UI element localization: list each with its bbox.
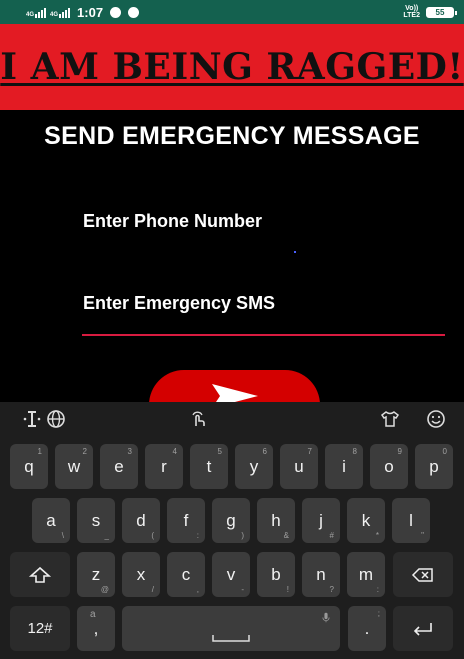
volte-indicator: Vo)) LTE2 [403,5,420,19]
phone-number-field[interactable]: Enter Phone Number [83,211,262,232]
key-q[interactable]: q1 [10,444,48,489]
key-b[interactable]: b! [257,552,295,597]
backspace-key[interactable] [393,552,453,597]
lte-label: LTE2 [403,12,420,19]
spacebar[interactable] [122,606,340,651]
volte-label: Vo)) [405,5,419,12]
key-m[interactable]: m: [347,552,385,597]
page-title: SEND EMERGENCY MESSAGE [44,122,420,150]
swipe-typing-icon[interactable] [186,407,210,431]
shift-key[interactable] [10,552,70,597]
key-s[interactable]: s _ [77,498,115,543]
enter-key[interactable] [393,606,453,651]
banner-title: I AM BEING RAGGED! [0,46,464,88]
key-e[interactable]: e3 [100,444,138,489]
signal-sim1-icon: 4G [26,6,47,18]
key-x[interactable]: x / [122,552,160,597]
chat-bubble-icon [128,6,140,18]
key-p[interactable]: p0 [415,444,453,489]
shift-arrow-icon [28,566,52,583]
status-bar: 4G 4G 1:07 Vo)) LTE2 55 [0,0,464,24]
theme-shirt-icon[interactable] [378,407,402,431]
app-banner: I AM BEING RAGGED! [0,24,464,110]
key-y[interactable]: y6 [235,444,273,489]
key-r[interactable]: r4 [145,444,183,489]
text-cursor [294,251,296,253]
keyboard-toolbar [0,402,464,436]
sms-field-underline [82,334,445,336]
key-n[interactable]: n? [302,552,340,597]
key-f[interactable]: f: [167,498,205,543]
network-type-1: 4G [26,12,35,18]
battery-icon: 55 [426,6,457,18]
key-w[interactable]: w2 [55,444,93,489]
network-type-2: 4G [50,12,59,18]
symbols-key[interactable]: 12# [10,606,70,651]
key-d[interactable]: d( [122,498,160,543]
clock: 1:07 [77,4,104,20]
compass-icon [110,6,122,18]
text-cursor-tool-icon[interactable] [20,407,44,431]
emergency-sms-field[interactable]: Enter Emergency SMS [83,293,275,314]
key-a[interactable]: a \ [32,498,70,543]
key-z[interactable]: z @ [77,552,115,597]
key-t[interactable]: t5 [190,444,228,489]
key-u[interactable]: u7 [280,444,318,489]
enter-arrow-icon [413,622,432,636]
globe-icon[interactable] [44,407,68,431]
key-c[interactable]: c, [167,552,205,597]
backspace-icon [411,567,433,582]
space-icon [212,634,250,642]
key-o[interactable]: o9 [370,444,408,489]
period-key[interactable]: .; [348,606,386,651]
on-screen-keyboard: q1 w2 e3 r4 t5 y6 u7 i8 o9 p0 a \ s _ d( f… [0,402,464,659]
microphone-icon [322,612,330,623]
key-v[interactable]: v- [212,552,250,597]
emoji-icon[interactable] [424,407,448,431]
signal-sim2-icon: 4G [50,6,71,18]
key-k[interactable]: k * [347,498,385,543]
key-i[interactable]: i8 [325,444,363,489]
key-j[interactable]: j # [302,498,340,543]
comma-key[interactable]: ,a [77,606,115,651]
key-g[interactable]: g) [212,498,250,543]
key-h[interactable]: h & [257,498,295,543]
key-l[interactable]: l " [392,498,430,543]
